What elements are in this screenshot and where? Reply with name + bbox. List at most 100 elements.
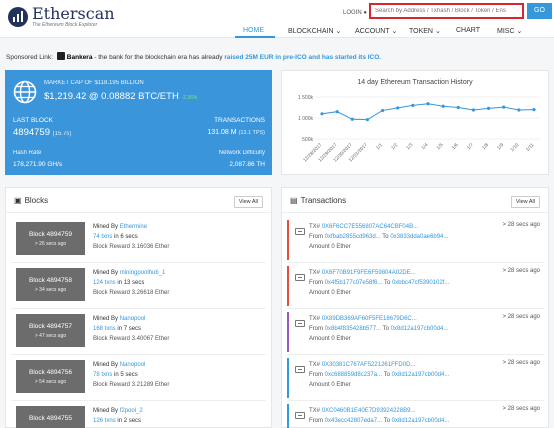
difficulty-label: Network Difficulty <box>218 150 265 156</box>
to-label: To <box>383 372 390 378</box>
block-age: > 34 secs ago <box>34 287 67 293</box>
transactions-view-all-button[interactable]: View All <box>510 196 540 208</box>
block-number-box[interactable]: Block 4894759 > 26 secs ago <box>16 222 85 255</box>
from-address-link[interactable]: 0x4f5b177c07e58f6... <box>325 280 383 286</box>
tx-amount: Amount 0 Ether <box>309 290 351 296</box>
transactions-label: TRANSACTIONS <box>214 117 265 124</box>
list-icon: ▤ <box>290 196 298 205</box>
sponsor-text: - the bank for the blockchain era has al… <box>92 54 225 61</box>
chart-data-point[interactable] <box>320 112 324 116</box>
search-input[interactable] <box>371 5 522 17</box>
block-number-box[interactable]: Block 4894757 > 47 secs ago <box>16 314 85 347</box>
transaction-icon <box>295 366 305 373</box>
chart-data-point[interactable] <box>396 106 400 110</box>
chart-data-point[interactable] <box>441 104 445 108</box>
block-number[interactable]: Block 4894757 <box>16 323 85 330</box>
to-address-link[interactable]: 0x8d12a197cb00d4... <box>392 418 450 424</box>
from-address-link[interactable]: 0xc688859d8c237a... <box>325 372 382 378</box>
txns-link[interactable]: 78 txns <box>93 372 112 378</box>
tx-hash-link[interactable]: 0XC0460B1E40E7D93924228B9... <box>322 408 416 414</box>
tx-amount: Amount 0 Ether <box>309 382 351 388</box>
tx-prefix: TX# <box>309 362 321 368</box>
nav-home[interactable]: HOME <box>243 27 264 34</box>
chart-data-point[interactable] <box>380 108 385 113</box>
transactions-value[interactable]: 131.08 M (13.1 TPS) <box>207 129 265 136</box>
last-block-label: LAST BLOCK <box>13 117 53 124</box>
to-address-link[interactable]: 0x3833dda0ae6b94... <box>390 234 448 240</box>
blocks-panel: ▣ Blocks View All Block 4894759 > 26 secs … <box>5 187 272 428</box>
txns-link[interactable]: 168 txns <box>93 326 116 332</box>
tx-hash-link[interactable]: 0X30381C767AF5221261FFD0D... <box>322 362 416 368</box>
sponsor-name[interactable]: Bankera <box>67 54 93 61</box>
chart-data-point[interactable] <box>456 105 460 110</box>
login-link[interactable]: LOGIN ● <box>343 10 367 16</box>
miner-link[interactable]: Nanopool <box>120 362 146 368</box>
from-label: From <box>309 326 323 332</box>
bankera-logo-icon <box>56 52 65 60</box>
nav-misc[interactable]: MISC ⌄ <box>497 27 522 35</box>
tx-accent-bar <box>287 358 289 398</box>
from-label: From <box>309 280 323 286</box>
to-address-link[interactable]: 0x8d12a197cb00d4... <box>392 372 450 378</box>
nav-account[interactable]: ACCOUNT ⌄ <box>355 27 397 35</box>
tx-hash-link[interactable]: 0X89DB369AF60F5FE18679D6C... <box>322 316 417 322</box>
tx-age: > 28 secs ago <box>502 268 540 274</box>
chart-x-tick-label: 1/1 <box>375 142 384 151</box>
nav-token[interactable]: TOKEN ⌄ <box>409 27 441 35</box>
block-number-box[interactable]: Block 4894755 <box>16 406 85 428</box>
from-address-link[interactable]: 0x8b4f835428b577... <box>325 326 381 332</box>
transaction-row: TX# 0XC0460B1E40E7D93924228B9... From 0x4… <box>287 401 544 428</box>
chart-data-point[interactable] <box>365 118 370 122</box>
cubes-icon: ▣ <box>14 196 22 205</box>
txns-link[interactable]: 126 txns <box>93 418 116 424</box>
nav-blockchain[interactable]: BLOCKCHAIN ⌄ <box>288 27 341 35</box>
chart-data-point[interactable] <box>411 103 415 107</box>
chart-data-point[interactable] <box>426 102 430 106</box>
to-label: To <box>382 234 389 240</box>
chart-data-point[interactable] <box>532 108 536 112</box>
user-icon: ● <box>363 10 367 16</box>
tx-hash-link[interactable]: 0X6F6CC7E556807AC64CBF04B... <box>322 224 418 230</box>
to-address-link[interactable]: 0x8d12a197cb00d4... <box>391 326 449 332</box>
miner-link[interactable]: Ethermine <box>120 224 147 230</box>
from-address-link[interactable]: 0x43ecc42807eda7... <box>325 418 382 424</box>
chart-data-point[interactable] <box>502 105 506 109</box>
txns-link[interactable]: 124 txns <box>93 280 116 286</box>
chart-data-point[interactable] <box>350 117 354 121</box>
globe-icon <box>13 80 37 104</box>
miner-link[interactable]: miningpoolhub_1 <box>120 270 166 276</box>
to-label: To <box>382 326 389 332</box>
etherscan-logo[interactable]: Etherscan The Ethereum Block Explorer <box>8 6 115 28</box>
txns-link[interactable]: 74 txns <box>93 234 112 240</box>
go-button[interactable]: GO <box>527 3 552 19</box>
from-address-link[interactable]: 0xfbab2855cd963d... <box>325 234 381 240</box>
to-address-link[interactable]: 0xbbc47cf5390102f... <box>392 280 449 286</box>
chart-data-point[interactable] <box>517 108 521 112</box>
nav-chart[interactable]: CHART <box>456 27 480 34</box>
tx-accent-bar <box>287 404 289 428</box>
block-number[interactable]: Block 4894759 <box>16 231 85 238</box>
last-block-value[interactable]: 4894759 (15.7s) <box>13 127 71 138</box>
chevron-down-icon: ⌄ <box>434 28 441 35</box>
sponsored-banner: Sponsored Link: Bankera - the bank for t… <box>6 52 381 61</box>
chart-x-tick-label: 1/11 <box>525 142 536 153</box>
block-number[interactable]: Block 4894756 <box>16 369 85 376</box>
mined-by-label: Mined By <box>93 270 119 276</box>
block-number[interactable]: Block 4894755 <box>16 415 85 422</box>
tx-hash-link[interactable]: 0X6F70B91F9FE6F59804A02DE... <box>322 270 416 276</box>
sponsor-link[interactable]: raised 25M EUR in pre-ICO and has starte… <box>224 54 381 61</box>
blocks-view-all-button[interactable]: View All <box>233 196 263 208</box>
mined-by-label: Mined By <box>93 408 119 414</box>
miner-link[interactable]: f2pool_2 <box>120 408 143 414</box>
block-number[interactable]: Block 4894758 <box>16 277 85 284</box>
chart-data-point[interactable] <box>486 106 491 110</box>
chevron-down-icon: ⌄ <box>391 28 398 35</box>
chart-data-point[interactable] <box>471 108 476 112</box>
mined-by-label: Mined By <box>93 316 119 322</box>
chart-data-point[interactable] <box>335 110 339 114</box>
block-number-box[interactable]: Block 4894756 > 54 secs ago <box>16 360 85 393</box>
chart-x-tick-label: 1/6 <box>451 142 460 151</box>
block-number-box[interactable]: Block 4894758 > 34 secs ago <box>16 268 85 301</box>
miner-link[interactable]: Nanopool <box>120 316 146 322</box>
difficulty-value: 2,087.86 TH <box>229 161 265 168</box>
